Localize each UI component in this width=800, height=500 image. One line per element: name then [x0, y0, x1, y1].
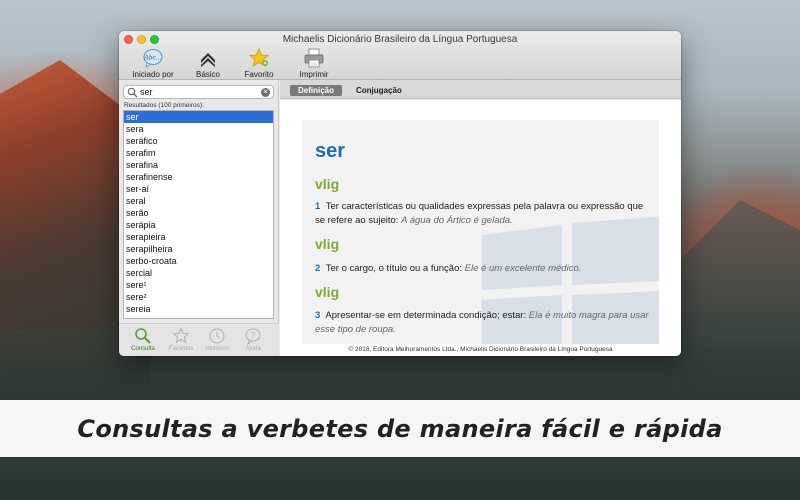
tab-definicao[interactable]: Definição [290, 85, 343, 96]
list-item[interactable]: seral [124, 195, 273, 207]
app-window: Michaelis Dicionário Brasileiro da Língu… [119, 31, 681, 356]
printer-icon [304, 48, 324, 68]
star-outline-icon [172, 327, 190, 344]
sense-example: A água do Ártico é gelada. [401, 215, 513, 226]
sidebar: ✕ Resultados (100 primeiros): serseraser… [119, 80, 279, 356]
list-item[interactable]: serão [124, 207, 273, 219]
list-item[interactable]: sereia [124, 303, 273, 315]
list-item[interactable]: ser [124, 111, 273, 123]
sense-number: 2 [315, 263, 321, 274]
toolbar-imprimir-button[interactable]: Imprimir [284, 48, 344, 79]
tab-historico[interactable]: Histórico [197, 327, 237, 352]
tab-label: Histórico [205, 346, 229, 352]
help-bubble-icon: ? [245, 328, 261, 345]
tab-label: Favoritos [168, 346, 194, 352]
list-item[interactable]: serapilheira [124, 243, 273, 255]
magnifier-icon [135, 328, 151, 344]
clear-search-icon[interactable]: ✕ [261, 88, 270, 97]
list-item[interactable]: serafina [124, 159, 273, 171]
list-item[interactable]: serbo-croata [124, 255, 273, 267]
tab-label: Ajuda [245, 346, 261, 352]
toolbar-label: Iniciado por [132, 70, 174, 79]
list-item[interactable]: serafinense [124, 171, 273, 183]
sense-example: Ele é um excelente médico. [464, 263, 582, 274]
part-of-speech: vlig [315, 284, 340, 300]
tab-consulta[interactable]: Consulta [123, 327, 163, 352]
content-tab-bar: Definição Conjugação [280, 80, 681, 99]
part-of-speech: vlig [315, 236, 340, 252]
caption-text: Consultas a verbetes de maneira fácil e … [77, 414, 723, 443]
bottom-tab-bar: Consulta Favoritos Histórico ? Ajuda [119, 323, 279, 356]
list-item[interactable]: serápia [124, 219, 273, 231]
window-title: Michaelis Dicionário Brasileiro da Língu… [282, 34, 518, 45]
copyright-notice: © 2018, Editora Melhoramentos Ltda., Mic… [348, 346, 613, 353]
sense-text: Ter o cargo, o título ou a função: [325, 263, 463, 274]
entry-card: ser vlig 1 Ter características ou qualid… [302, 120, 659, 344]
svg-text:?: ? [251, 331, 256, 340]
search-input[interactable] [140, 86, 258, 98]
results-label: Resultados (100 primeiros): [124, 102, 204, 109]
headword: ser [315, 140, 346, 162]
titlebar: Michaelis Dicionário Brasileiro da Língu… [119, 31, 681, 80]
abc-bubble-icon: Abc... [143, 49, 163, 68]
list-item[interactable]: seráfico [124, 135, 273, 147]
tab-conjugacao[interactable]: Conjugação [348, 85, 410, 96]
list-item[interactable]: serafim [124, 147, 273, 159]
sense-text: Apresentar-se em determinada condição; e… [325, 310, 527, 321]
toolbar-label: Imprimir [299, 70, 329, 79]
list-item[interactable]: sercial [124, 267, 273, 279]
bottom-landscape-strip [0, 457, 800, 500]
tab-ajuda[interactable]: ? Ajuda [233, 327, 273, 352]
toolbar-iniciado-por-button[interactable]: Abc... Iniciado por [123, 48, 183, 79]
sense-1: 1 Ter características ou qualidades expr… [315, 200, 650, 228]
sense-number: 3 [315, 310, 321, 321]
chevron-rank-icon [201, 53, 215, 67]
sense-3: 3 Apresentar-se em determinada condição;… [315, 309, 650, 337]
list-item[interactable]: ser-aí [124, 183, 273, 195]
toolbar-favorito-button[interactable]: Favorito [229, 48, 289, 79]
search-icon [127, 87, 138, 98]
definition-pane: ser vlig 1 Ter características ou qualid… [280, 100, 681, 356]
part-of-speech: vlig [315, 176, 340, 192]
clock-icon [209, 328, 225, 344]
toolbar-label: Favorito [244, 70, 274, 79]
list-item[interactable]: sere² [124, 291, 273, 303]
list-item[interactable]: sera [124, 123, 273, 135]
star-icon [248, 48, 270, 67]
sense-number: 1 [315, 201, 321, 212]
svg-text:Abc...: Abc... [143, 55, 161, 62]
results-list[interactable]: ser sera seráfico serafim serafina serafinens… [123, 110, 274, 319]
list-item[interactable]: sere¹ [124, 279, 273, 291]
tab-favoritos[interactable]: Favoritos [161, 327, 201, 352]
caption-band: Consultas a verbetes de maneira fácil e … [0, 400, 800, 457]
sense-2: 2 Ter o cargo, o título ou a função: Ele… [315, 262, 650, 276]
search-box: ✕ [123, 85, 274, 99]
list-item[interactable]: serapieira [124, 231, 273, 243]
tab-label: Consulta [131, 346, 155, 352]
